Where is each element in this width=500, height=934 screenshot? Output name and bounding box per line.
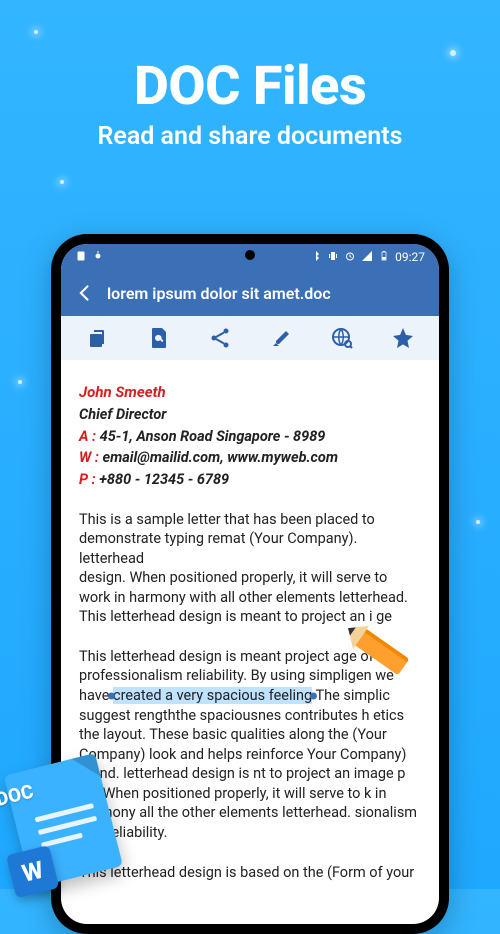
signal-icon bbox=[361, 250, 373, 265]
text-selection[interactable]: created a very spacious feeling bbox=[113, 687, 312, 704]
find-in-page-button[interactable] bbox=[145, 324, 173, 352]
para2-a: This letterhead design is meant project … bbox=[79, 648, 341, 665]
alarm-icon bbox=[344, 250, 356, 265]
doc-web-line: W : email@mailid.com, www.myweb.com bbox=[79, 448, 421, 468]
doc-phone-line: P : +880 - 12345 - 6789 bbox=[79, 470, 421, 490]
highlight-button[interactable] bbox=[267, 324, 295, 352]
phone-key: P : bbox=[79, 471, 96, 488]
para2-c: gn. When positioned properly, it will se… bbox=[79, 785, 417, 841]
bluetooth-icon bbox=[310, 250, 322, 265]
android-icon bbox=[92, 250, 104, 265]
promo-subtitle: Read and share documents bbox=[0, 122, 500, 151]
copy-button[interactable] bbox=[84, 324, 112, 352]
doc-paragraph-3: This letterhead design is based on the (… bbox=[79, 863, 421, 883]
doc-author-role: Chief Director bbox=[79, 405, 421, 425]
phone-camera-dot bbox=[245, 250, 255, 260]
address-key: A : bbox=[79, 428, 96, 445]
status-time: 09:27 bbox=[395, 250, 425, 264]
vibrate-icon bbox=[327, 250, 339, 265]
back-button[interactable] bbox=[75, 283, 95, 303]
share-button[interactable] bbox=[206, 324, 234, 352]
doc-author-name: John Smeeth bbox=[79, 382, 421, 402]
document-title: lorem ipsum dolor sit amet.doc bbox=[107, 284, 331, 303]
promo-header: DOC Files Read and share documents bbox=[0, 0, 500, 151]
doc-address-line: A : 45-1, Anson Road Singapore - 8989 bbox=[79, 427, 421, 447]
toolbar bbox=[61, 316, 439, 360]
para1-a: This is a sample letter that has been pl… bbox=[79, 511, 375, 567]
notif-icon bbox=[75, 250, 87, 265]
web-value: email@mailid.com, www.myweb.com bbox=[103, 449, 339, 466]
web-key: W : bbox=[79, 449, 99, 466]
favorite-button[interactable] bbox=[389, 324, 417, 352]
battery-icon bbox=[378, 250, 390, 265]
phone-screen: 09:27 lorem ipsum dolor sit amet.doc Joh… bbox=[61, 244, 439, 924]
promo-title: DOC Files bbox=[0, 55, 500, 118]
address-value: 45-1, Anson Road Singapore - 8989 bbox=[100, 428, 326, 445]
web-search-button[interactable] bbox=[328, 324, 356, 352]
phone-value: +880 - 12345 - 6789 bbox=[99, 471, 229, 488]
app-bar: lorem ipsum dolor sit amet.doc bbox=[61, 270, 439, 316]
